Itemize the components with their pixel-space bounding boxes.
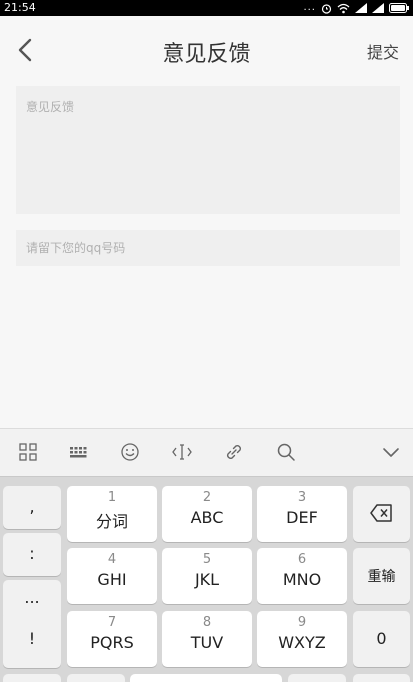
- key-colon[interactable]: :: [3, 533, 61, 576]
- status-dots: ...: [303, 2, 316, 13]
- key-space-partial[interactable]: [130, 674, 282, 682]
- key-symbols-partial[interactable]: [3, 674, 61, 682]
- cursor-icon[interactable]: [171, 441, 193, 463]
- chevron-down-icon[interactable]: [380, 441, 402, 463]
- key-3[interactable]: 3 DEF: [257, 486, 347, 542]
- feedback-textarea[interactable]: [16, 86, 400, 214]
- key-8[interactable]: 8 TUV: [162, 611, 252, 667]
- key-language-partial[interactable]: [67, 674, 125, 682]
- key-0[interactable]: 0: [353, 611, 410, 667]
- search-icon[interactable]: [275, 441, 297, 463]
- keyboard-toolbar: [0, 428, 413, 476]
- alarm-icon: [321, 3, 332, 14]
- link-icon[interactable]: [223, 441, 245, 463]
- page-title: 意见反馈: [162, 42, 251, 67]
- key-exclamation[interactable]: !: [3, 611, 61, 668]
- key-enter-partial[interactable]: [353, 674, 410, 682]
- wifi-icon: [337, 3, 350, 14]
- key-4[interactable]: 4 GHI: [67, 548, 157, 604]
- emoji-icon[interactable]: [119, 441, 141, 463]
- key-5[interactable]: 5 JKL: [162, 548, 252, 604]
- battery-icon: [389, 3, 409, 13]
- backspace-icon: [370, 504, 392, 522]
- qq-number-input[interactable]: [16, 230, 400, 266]
- reenter-button[interactable]: 重输: [353, 548, 410, 604]
- signal-icon-2: [372, 3, 384, 13]
- key-comma[interactable]: ,: [3, 486, 61, 529]
- key-6[interactable]: 6 MNO: [257, 548, 347, 604]
- nav-bar: 意见反馈 提交: [0, 16, 413, 80]
- keyboard: , : ... ! 1 分词 2 ABC 3 DEF 4 GHI 5 JKL 6…: [0, 476, 413, 682]
- key-7[interactable]: 7 PQRS: [67, 611, 157, 667]
- status-bar: 21:54 ...: [0, 0, 413, 16]
- grid-icon[interactable]: [17, 441, 39, 463]
- submit-button[interactable]: 提交: [367, 39, 399, 63]
- signal-icon-1: [355, 3, 367, 13]
- key-number-partial[interactable]: [288, 674, 346, 682]
- key-9[interactable]: 9 WXYZ: [257, 611, 347, 667]
- key-2[interactable]: 2 ABC: [162, 486, 252, 542]
- status-icons: ...: [303, 2, 409, 14]
- status-time: 21:54: [4, 1, 36, 14]
- key-1[interactable]: 1 分词: [67, 486, 157, 542]
- delete-button[interactable]: [353, 486, 410, 542]
- keyboard-icon[interactable]: [68, 441, 90, 463]
